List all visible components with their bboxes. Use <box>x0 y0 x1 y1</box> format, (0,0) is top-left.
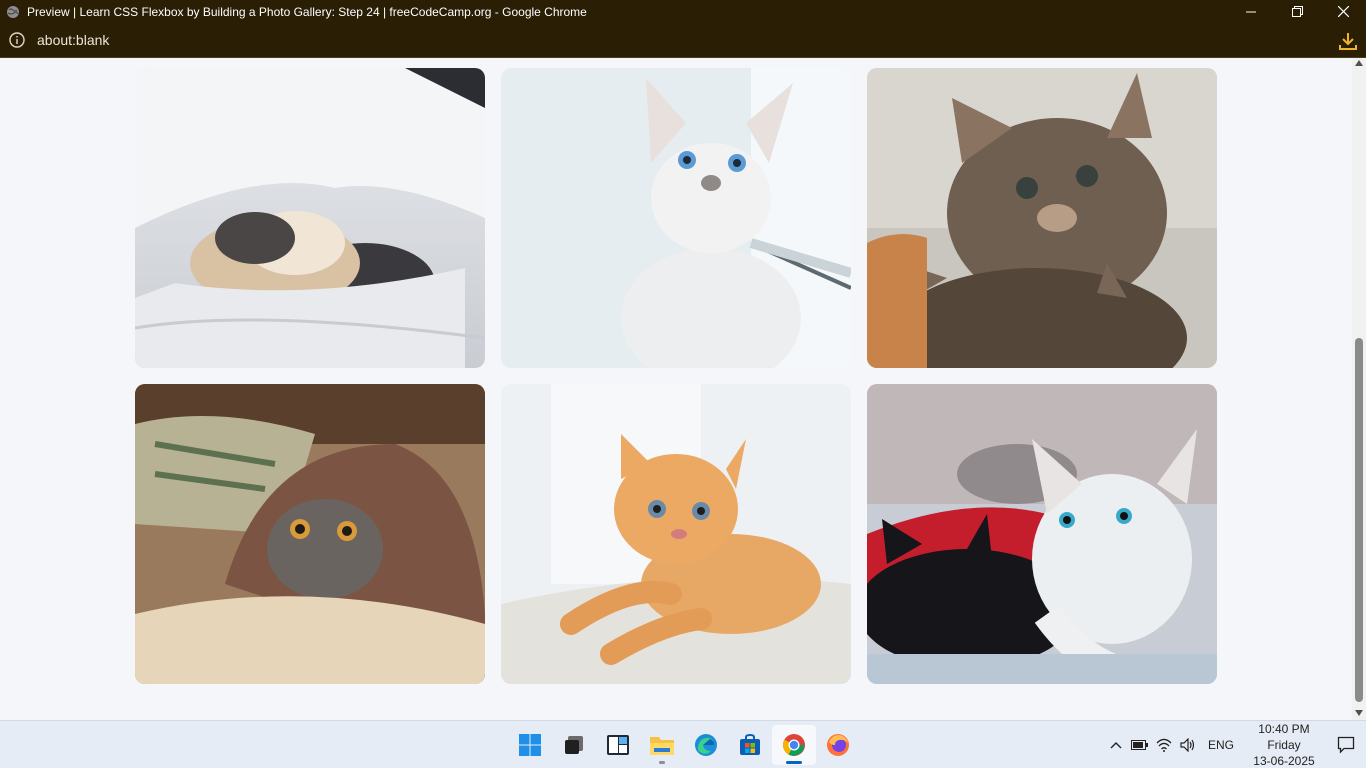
kitten-photo-tabbies <box>867 68 1217 368</box>
kitten-photo-under-rug <box>135 384 485 684</box>
language-label: ENG <box>1207 738 1234 752</box>
window-title: Preview | Learn CSS Flexbox by Building … <box>27 4 587 19</box>
clock-date: 13-06-2025 <box>1253 754 1315 768</box>
restore-icon <box>1291 6 1303 17</box>
info-icon[interactable] <box>8 31 26 49</box>
system-tray: ENG 10:40 PM Friday 13-06-2025 <box>1104 721 1366 768</box>
task-view-icon <box>565 736 583 754</box>
widgets-icon <box>607 735 629 755</box>
chrome-button[interactable] <box>772 725 816 765</box>
taskbar: ENG 10:40 PM Friday 13-06-2025 <box>0 720 1366 768</box>
start-button[interactable] <box>508 725 552 765</box>
address-bar[interactable]: about:blank <box>0 23 1366 58</box>
speaker-icon <box>1180 738 1195 752</box>
taskbar-apps <box>508 721 860 768</box>
window-controls <box>1228 0 1366 23</box>
volume-control[interactable] <box>1176 721 1200 768</box>
close-button[interactable] <box>1320 0 1366 23</box>
active-indicator <box>786 761 802 764</box>
vertical-scrollbar[interactable] <box>1352 58 1366 720</box>
gallery-photo <box>867 68 1217 368</box>
gallery-photo <box>867 384 1217 684</box>
photo-gallery <box>135 68 1217 684</box>
wifi-icon <box>1156 738 1172 752</box>
file-explorer-button[interactable] <box>640 725 684 765</box>
firefox-icon <box>827 734 849 756</box>
url-text[interactable]: about:blank <box>37 32 109 48</box>
start-icon <box>519 734 541 756</box>
running-indicator <box>659 761 665 764</box>
kitten-photo-sleeping <box>135 68 485 368</box>
notification-icon <box>1337 736 1355 754</box>
notifications-button[interactable] <box>1326 721 1366 768</box>
task-view-button[interactable] <box>552 725 596 765</box>
clock[interactable]: 10:40 PM Friday 13-06-2025 <box>1242 721 1326 768</box>
restore-button[interactable] <box>1274 0 1320 23</box>
download-icon[interactable] <box>1338 31 1358 51</box>
clock-day: Friday <box>1267 738 1301 752</box>
scroll-down-icon[interactable] <box>1355 710 1363 716</box>
gallery-photo <box>135 68 485 368</box>
widgets-button[interactable] <box>596 725 640 765</box>
gallery-photo <box>501 68 851 368</box>
chevron-up-icon <box>1110 742 1122 749</box>
battery-status[interactable] <box>1128 721 1152 768</box>
firefox-button[interactable] <box>816 725 860 765</box>
minimize-button[interactable] <box>1228 0 1274 23</box>
minimize-icon <box>1246 11 1256 12</box>
edge-icon <box>695 734 717 756</box>
gallery-photo <box>135 384 485 684</box>
store-button[interactable] <box>728 725 772 765</box>
close-icon <box>1337 6 1349 17</box>
kitten-photo-black-white <box>867 384 1217 684</box>
clock-time: 10:40 PM <box>1258 722 1310 736</box>
language-indicator[interactable]: ENG <box>1200 721 1242 768</box>
globe-icon <box>7 5 19 18</box>
chrome-icon <box>783 734 805 756</box>
network-status[interactable] <box>1152 721 1176 768</box>
scrollbar-thumb[interactable] <box>1355 338 1363 702</box>
title-bar: Preview | Learn CSS Flexbox by Building … <box>0 0 1366 23</box>
kitten-photo-white <box>501 68 851 368</box>
edge-button[interactable] <box>684 725 728 765</box>
show-hidden-icons-button[interactable] <box>1104 721 1128 768</box>
file-explorer-icon <box>650 737 674 755</box>
kitten-photo-orange <box>501 384 851 684</box>
battery-icon <box>1130 740 1148 750</box>
gallery-photo <box>501 384 851 684</box>
store-icon <box>740 733 760 755</box>
scroll-up-icon[interactable] <box>1355 60 1363 66</box>
page-viewport <box>0 58 1352 720</box>
